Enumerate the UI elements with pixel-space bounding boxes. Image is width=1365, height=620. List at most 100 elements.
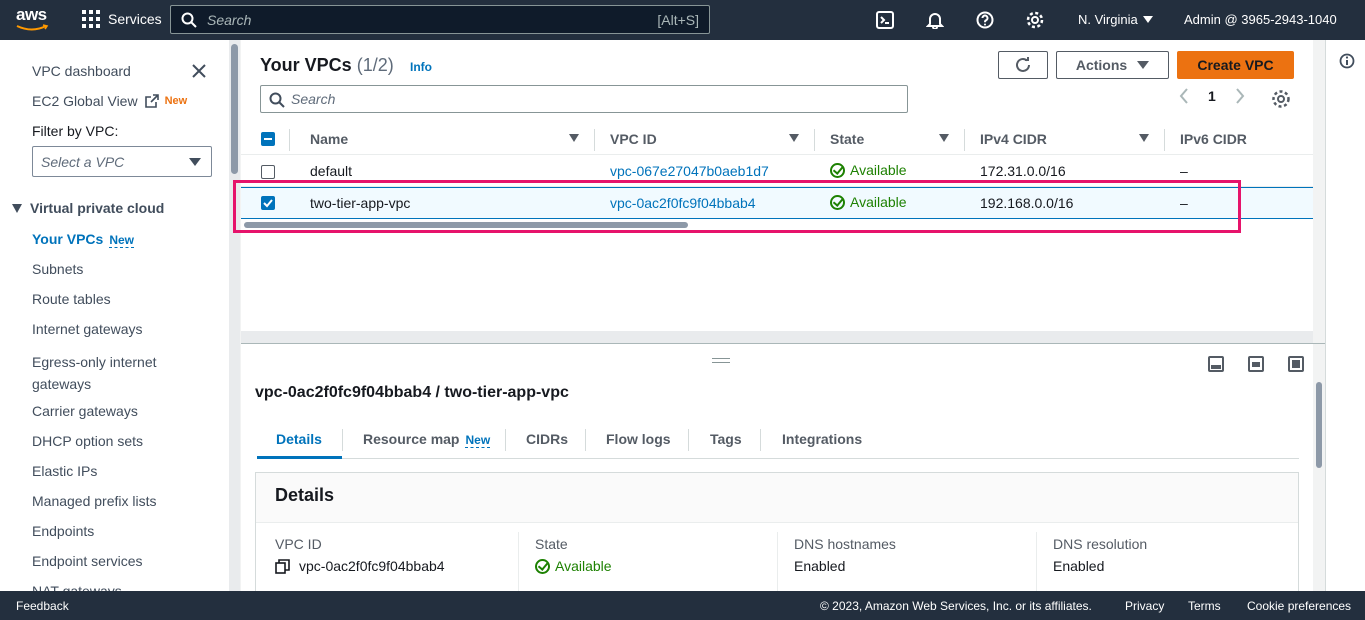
copy-icon[interactable] <box>275 558 290 574</box>
global-search-input[interactable]: Search [Alt+S] <box>170 5 710 34</box>
highlight-annotation-box <box>233 180 1241 233</box>
chevron-right-icon[interactable] <box>1234 88 1246 104</box>
tab-details[interactable]: Details <box>276 431 322 447</box>
account-menu[interactable]: Admin @ 3965-2943-1040 <box>1184 12 1337 27</box>
sidebar-item-elastic-ips[interactable]: Elastic IPs <box>32 463 97 479</box>
sidebar-item-carrier-gateways[interactable]: Carrier gateways <box>32 403 138 419</box>
right-tools-rail <box>1325 40 1365 591</box>
sidebar-ec2-global-view[interactable]: EC2 Global View New <box>32 93 187 109</box>
detail-panel-scrollbar-thumb[interactable] <box>1316 382 1322 468</box>
new-badge: New <box>109 233 134 248</box>
services-menu-button[interactable]: Services <box>82 10 162 28</box>
close-sidebar-icon[interactable] <box>190 62 208 80</box>
help-icon[interactable] <box>975 10 995 30</box>
column-header-vpc-id[interactable]: VPC ID <box>610 131 657 147</box>
field-label-dns-resolution: DNS resolution <box>1053 536 1148 552</box>
search-placeholder: Search <box>207 11 252 28</box>
sidebar-item-endpoints[interactable]: Endpoints <box>32 523 94 539</box>
column-header-name[interactable]: Name <box>310 131 348 147</box>
feedback-link[interactable]: Feedback <box>16 599 69 613</box>
terms-link[interactable]: Terms <box>1188 599 1221 613</box>
field-value-state: Available <box>535 558 612 574</box>
list-panel-scrollbar[interactable] <box>1313 40 1325 331</box>
refresh-button[interactable] <box>998 51 1048 79</box>
region-selector[interactable]: N. Virginia <box>1078 12 1153 27</box>
table-preferences-gear-icon[interactable] <box>1271 89 1291 109</box>
aws-logo[interactable]: aws <box>16 6 52 33</box>
sidebar-vpc-dashboard[interactable]: VPC dashboard <box>32 63 131 79</box>
tab-resource-map[interactable]: Resource map New <box>363 431 491 448</box>
sidebar-item-nat-gateways[interactable]: NAT gateways <box>32 583 122 591</box>
sidebar-item-egress-only-internet-gateways[interactable]: Egress-only internet gateways <box>32 351 182 395</box>
column-header-ipv6-cidr[interactable]: IPv6 CIDR <box>1180 131 1247 147</box>
resize-handle-icon[interactable] <box>712 358 730 363</box>
info-link[interactable]: Info <box>410 60 432 74</box>
split-panel-divider[interactable] <box>241 331 1313 343</box>
vpc-id-link[interactable]: vpc-067e27047b0aeb1d7 <box>610 163 769 179</box>
sort-icon[interactable] <box>569 134 579 142</box>
page-title-text: Your VPCs <box>260 55 352 75</box>
vpc-ipv4-cidr: 172.31.0.0/16 <box>980 163 1066 179</box>
details-card-title: Details <box>275 485 335 505</box>
field-label-vpc-id: VPC ID <box>275 536 322 552</box>
search-icon <box>269 92 285 108</box>
section-label: Virtual private cloud <box>30 200 165 216</box>
pagination: 1 <box>1178 88 1246 104</box>
notifications-bell-icon[interactable] <box>925 10 945 30</box>
sidebar-item-route-tables[interactable]: Route tables <box>32 291 111 307</box>
chevron-left-icon[interactable] <box>1178 88 1190 104</box>
table-header: Name VPC ID State IPv4 CIDR IPv6 CIDR <box>241 124 1313 155</box>
services-label: Services <box>108 11 162 27</box>
current-page[interactable]: 1 <box>1208 88 1216 104</box>
search-placeholder: Search <box>291 91 336 107</box>
field-value-vpc-id: vpc-0ac2f0fc9f04bbab4 <box>275 558 445 574</box>
create-vpc-button[interactable]: Create VPC <box>1177 51 1294 79</box>
check-circle-icon <box>830 162 845 178</box>
check-circle-icon <box>535 558 550 574</box>
new-badge: New <box>164 95 188 107</box>
tab-cidrs[interactable]: CIDRs <box>526 431 568 447</box>
privacy-link[interactable]: Privacy <box>1125 599 1164 613</box>
expand-triangle-icon <box>12 203 22 213</box>
sidebar-item-subnets[interactable]: Subnets <box>32 261 83 277</box>
settings-gear-icon[interactable] <box>1025 10 1045 30</box>
vpc-search-input[interactable]: Search <box>260 85 908 113</box>
sort-icon[interactable] <box>789 134 799 142</box>
tab-tags[interactable]: Tags <box>710 431 742 447</box>
sidebar-item-endpoint-services[interactable]: Endpoint services <box>32 553 143 569</box>
sidebar-item-internet-gateways[interactable]: Internet gateways <box>32 321 143 337</box>
field-label-state: State <box>535 536 568 552</box>
detail-title: vpc-0ac2f0fc9f04bbab4 / two-tier-app-vpc <box>255 384 569 401</box>
page-title: Your VPCs (1/2) <box>260 55 394 76</box>
info-icon[interactable] <box>1339 53 1355 69</box>
tab-flow-logs[interactable]: Flow logs <box>606 431 671 447</box>
sidebar-item-dhcp-option-sets[interactable]: DHCP option sets <box>32 433 143 449</box>
field-label-dns-hostnames: DNS hostnames <box>794 536 896 552</box>
column-header-ipv4-cidr[interactable]: IPv4 CIDR <box>980 131 1047 147</box>
vpc-ipv6-cidr: – <box>1180 163 1188 179</box>
cookie-preferences-link[interactable]: Cookie preferences <box>1247 599 1351 613</box>
sidebar-scrollbar-thumb[interactable] <box>231 44 238 174</box>
sidebar-item-your-vpcs[interactable]: Your VPCs New <box>32 231 134 248</box>
state-value: Available <box>555 558 612 574</box>
sort-icon[interactable] <box>939 134 949 142</box>
vpc-id-value: vpc-0ac2f0fc9f04bbab4 <box>299 558 445 574</box>
sidebar-item-managed-prefix-lists[interactable]: Managed prefix lists <box>32 493 157 509</box>
footer: Feedback © 2023, Amazon Web Services, In… <box>0 591 1365 620</box>
select-all-checkbox[interactable] <box>261 132 275 146</box>
vpc-name: default <box>310 163 353 179</box>
sort-icon[interactable] <box>1139 134 1149 142</box>
filter-vpc-placeholder: Select a VPC <box>41 153 125 170</box>
panel-full-icon[interactable] <box>1288 356 1304 372</box>
cloudshell-icon[interactable] <box>875 10 895 30</box>
tab-integrations[interactable]: Integrations <box>782 431 862 447</box>
actions-dropdown-button[interactable]: Actions <box>1056 51 1169 79</box>
filter-vpc-select[interactable]: Select a VPC <box>32 146 212 177</box>
top-navigation-bar: aws Services Search [Alt+S] N. Virginia … <box>0 0 1365 40</box>
panel-bottom-icon[interactable] <box>1208 356 1224 372</box>
column-header-state[interactable]: State <box>830 131 864 147</box>
row-checkbox[interactable] <box>261 165 275 179</box>
field-value-dns-hostnames: Enabled <box>794 558 846 574</box>
panel-side-icon[interactable] <box>1248 356 1264 372</box>
sidebar-section-virtual-private-cloud[interactable]: Virtual private cloud <box>12 200 164 216</box>
